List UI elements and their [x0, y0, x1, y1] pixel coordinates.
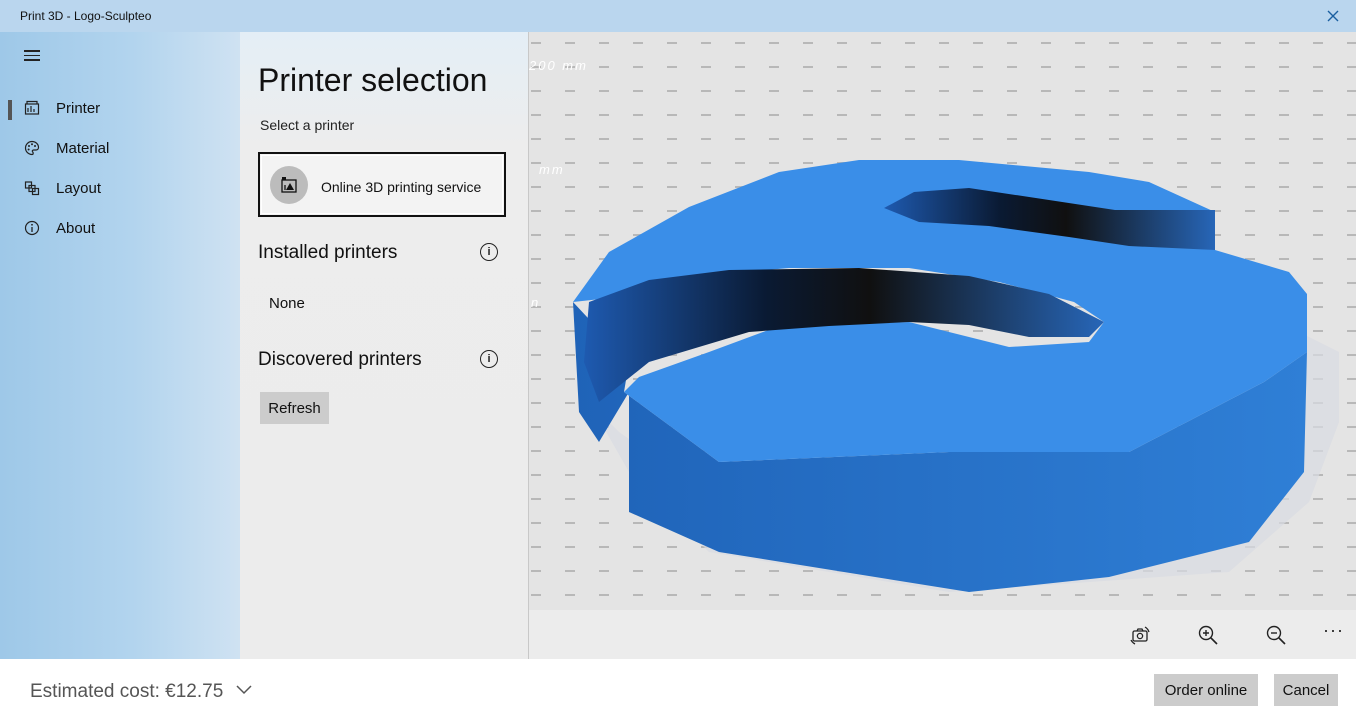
nav-item-about[interactable]: About	[0, 208, 240, 248]
footer-bar: Estimated cost: €12.75 Order online Canc…	[0, 659, 1356, 716]
reset-view-icon[interactable]	[1129, 624, 1151, 646]
dimension-label-n: n	[531, 295, 538, 310]
nav-item-material[interactable]: Material	[0, 128, 240, 168]
nav-label-layout: Layout	[56, 179, 102, 197]
hamburger-menu-icon[interactable]	[24, 50, 40, 62]
nav-label-about: About	[56, 219, 96, 237]
close-button[interactable]	[1310, 0, 1356, 32]
nav-item-layout[interactable]: Layout	[0, 168, 240, 208]
discovered-info-icon[interactable]: i	[480, 350, 498, 368]
printer-icon	[24, 100, 40, 115]
3d-viewport[interactable]: 200 mm mm n	[529, 32, 1356, 610]
order-online-button[interactable]: Order online	[1154, 674, 1258, 706]
refresh-button[interactable]: Refresh	[260, 392, 329, 424]
online-service-label: Online 3D printing service	[321, 179, 482, 195]
palette-icon	[24, 140, 40, 156]
cloud-printer-icon	[281, 177, 297, 193]
dimension-label-200mm: 200 mm	[529, 58, 588, 73]
window-title: Print 3D - Logo-Sculpteo	[20, 9, 152, 23]
more-icon[interactable]: ···	[1323, 620, 1344, 641]
cubes-icon	[24, 181, 40, 196]
nav-label-printer: Printer	[56, 99, 101, 117]
discovered-printers-heading: Discovered printers	[258, 349, 422, 370]
zoom-in-icon[interactable]	[1197, 624, 1219, 646]
zoom-out-icon[interactable]	[1265, 624, 1287, 646]
chevron-down-icon[interactable]	[236, 685, 252, 695]
viewport-toolbar: ···	[529, 610, 1356, 659]
printer-selection-panel: Printer selection Select a printer Onlin…	[240, 32, 529, 659]
page-title: Printer selection	[258, 62, 488, 98]
title-bar: Print 3D - Logo-Sculpteo	[0, 0, 1356, 32]
installed-info-icon[interactable]: i	[480, 243, 498, 261]
close-icon	[1327, 10, 1339, 22]
cancel-button[interactable]: Cancel	[1274, 674, 1338, 706]
online-printing-service-button[interactable]: Online 3D printing service	[258, 152, 506, 217]
installed-printers-heading: Installed printers	[258, 242, 398, 263]
info-icon	[24, 220, 40, 236]
select-printer-label: Select a printer	[260, 117, 355, 133]
online-printer-avatar	[270, 166, 308, 204]
estimated-cost: Estimated cost: €12.75	[30, 681, 224, 702]
navigation-pane: Printer Material Layout About	[0, 32, 240, 659]
nav-label-material: Material	[56, 139, 110, 157]
viewport-scene: 200 mm mm n	[529, 32, 1356, 610]
installed-printers-value: None	[269, 295, 305, 312]
dimension-label-mm: mm	[539, 162, 565, 177]
nav-item-printer[interactable]: Printer	[0, 88, 240, 128]
